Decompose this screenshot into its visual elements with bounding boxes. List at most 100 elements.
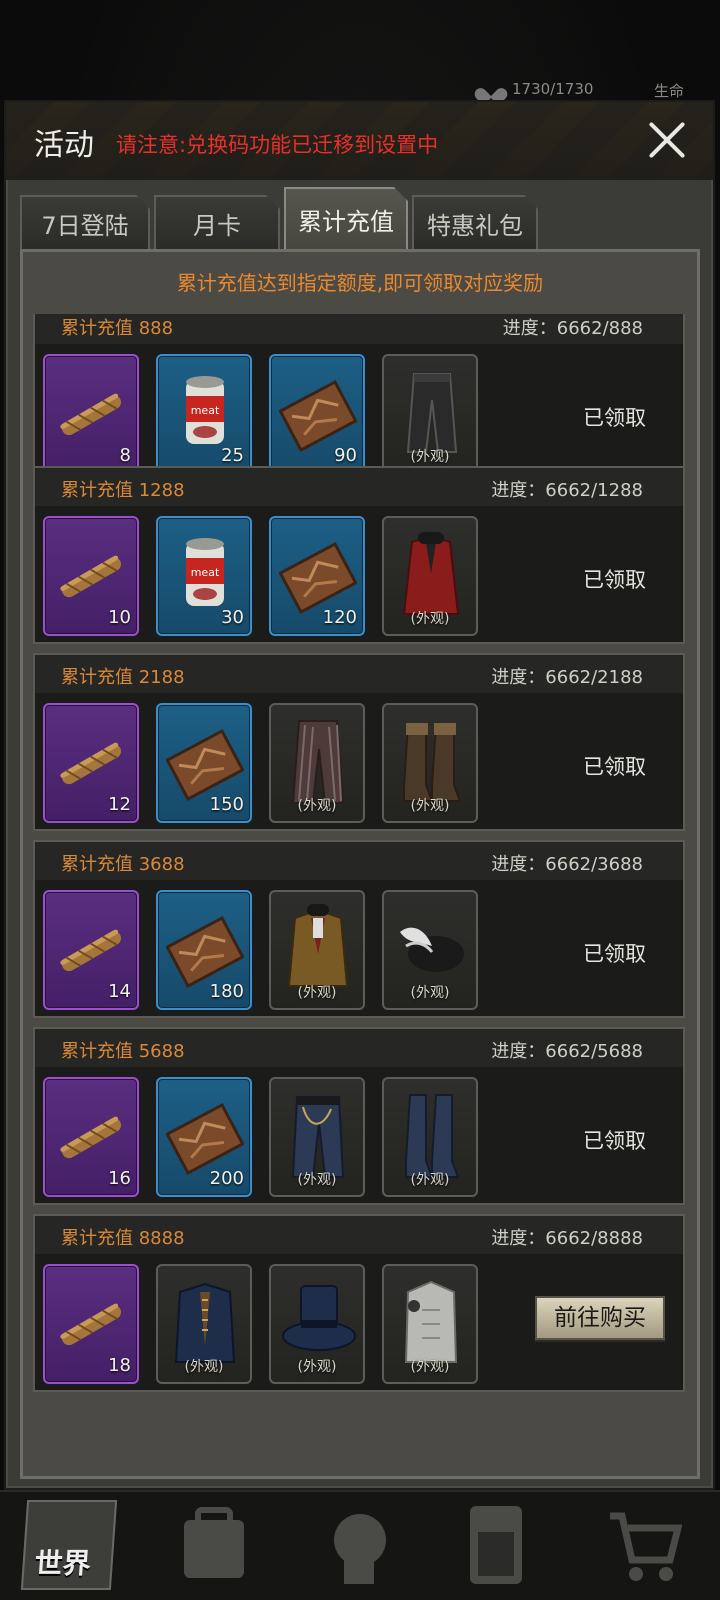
tier-label: 累计充值 3688 [61,854,185,875]
meat-can-icon: meat [186,376,224,444]
reward-item-tattoo-body[interactable]: (外观) [382,1264,478,1384]
meat-can-icon: meat [186,538,224,606]
claimed-status: 已领取 [583,1129,646,1153]
skin-tag: (外观) [410,1172,450,1188]
map-box-icon [166,1102,244,1176]
heart-icon [480,81,502,97]
reward-tier-card: 累计充值 8888 进度：6662/8888 18 (外观) (外观) (外观) 前往购买 [33,1214,685,1392]
brown-jacket-icon [287,904,349,987]
skin-tag: (外观) [410,611,450,627]
backpack-icon[interactable] [176,1506,252,1586]
cigar-icon [60,1116,122,1159]
reward-item-feather-hat[interactable]: (外观) [382,890,478,1010]
red-coat-icon [402,532,460,615]
rule-banner: 累计充值达到指定额度,即可领取对应奖励 [176,271,544,295]
reward-item-blue-coat[interactable]: (外观) [156,1264,252,1384]
skin-tag: (外观) [297,985,337,1001]
tier-items: 12 150 (外观) (外观) [43,703,478,823]
reward-item-cigar[interactable]: 10 [43,516,139,636]
claimed-status: 已领取 [583,568,646,592]
cigar-icon [60,393,122,436]
item-quantity: 90 [334,445,357,466]
skin-tag: (外观) [410,985,450,1001]
phone-icon[interactable] [464,1502,528,1588]
claimed-status: 已领取 [583,406,646,430]
item-quantity: 14 [108,981,131,1002]
claimed-status: 已领取 [583,942,646,966]
reward-item-cigar[interactable]: 12 [43,703,139,823]
go-buy-button[interactable]: 前往购买 [535,1296,665,1340]
item-quantity: 200 [209,1168,244,1189]
reward-item-cigar[interactable]: 8 [43,354,139,474]
reward-item-cigar[interactable]: 18 [43,1264,139,1384]
item-quantity: 18 [108,1355,131,1376]
tier-items: 10 meat 30 120 (外观) [43,516,478,636]
reward-item-map-box[interactable]: 150 [156,703,252,823]
close-icon[interactable] [645,118,689,162]
reward-item-red-coat[interactable]: (外观) [382,516,478,636]
tier-progress: 进度：6662/2188 [491,667,643,688]
bottom-nav: 世界 [0,1490,720,1600]
tier-label: 累计充值 8888 [61,1228,185,1249]
skin-tag: (外观) [297,1172,337,1188]
reward-item-map-box[interactable]: 200 [156,1077,252,1197]
reward-item-meat-can[interactable]: meat 25 [156,354,252,474]
tab-cumulative-recharge[interactable]: 累计充值 [284,187,408,249]
tier-header: 累计充值 3688 进度：6662/3688 [35,842,683,880]
nav-world-label: 世界 [33,1547,92,1580]
reward-item-boots-brown[interactable]: (外观) [382,703,478,823]
item-quantity: 12 [108,794,131,815]
boots-blue-icon [405,1094,460,1178]
reward-tier-card: 累计充值 3688 进度：6662/3688 14 180 (外观) (外观) 已领取 [33,840,685,1018]
reward-tier-list[interactable]: 累计充值 888 进度：6662/888 8 meat 25 90 (外观) 已领取 累计充值 … [33,314,685,1414]
tier-label: 累计充值 2188 [61,667,185,688]
reward-item-boots-blue[interactable]: (外观) [382,1077,478,1197]
tab-special-packs[interactable]: 特惠礼包 [412,195,538,249]
tier-header: 累计充值 2188 进度：6662/2188 [35,655,683,693]
reward-item-jeans-chain[interactable]: (外观) [269,1077,365,1197]
striped-pants-icon [291,720,345,804]
tier-progress: 进度：6662/5688 [491,1041,643,1062]
reward-item-map-box[interactable]: 180 [156,890,252,1010]
tier-items: 8 meat 25 90 (外观) [43,354,478,474]
cigar-icon [60,555,122,598]
activity-dialog: 活动 请注意:兑换码功能已迁移到设置中 7日登陆 月卡 累计充值 特惠礼包 累计… [4,100,715,1490]
reward-item-brown-jacket[interactable]: (外观) [269,890,365,1010]
reward-item-map-box[interactable]: 90 [269,354,365,474]
life-label: 生命 [653,82,684,100]
reward-item-pants-black[interactable]: (外观) [382,354,478,474]
reward-item-striped-pants[interactable]: (外观) [269,703,365,823]
cigar-icon [60,742,122,785]
dialog-title: 活动 [34,128,94,163]
reward-item-cigar[interactable]: 14 [43,890,139,1010]
tier-progress: 进度：6662/8888 [491,1228,643,1249]
tier-items: 16 200 (外观) (外观) [43,1077,478,1197]
skin-tag: (外观) [410,798,450,814]
tier-label: 累计充值 5688 [61,1041,185,1062]
reward-item-cigar[interactable]: 16 [43,1077,139,1197]
shop-cart-icon[interactable] [606,1508,682,1586]
item-quantity: 10 [108,607,131,628]
reward-tier-card: 累计充值 2188 进度：6662/2188 12 150 (外观) (外观) 已领取 [33,653,685,831]
boots-brown-icon [403,723,462,802]
map-box-icon [279,379,357,453]
dialog-header: 活动 请注意:兑换码功能已迁移到设置中 [6,102,713,180]
reward-item-top-hat[interactable]: (外观) [269,1264,365,1384]
reward-item-map-box[interactable]: 120 [269,516,365,636]
tier-header: 累计充值 8888 进度：6662/8888 [35,1216,683,1254]
cigar-icon [60,1303,122,1346]
game-screen: 1730/1730 生命 活动 请注意:兑换码功能已迁移到设置中 7日登陆 月卡… [0,0,720,1600]
reward-item-meat-can[interactable]: meat 30 [156,516,252,636]
nav-world-button[interactable]: 世界 [20,1500,118,1590]
item-quantity: 180 [209,981,244,1002]
hp-value: 1730/1730 [512,80,594,98]
tier-header: 累计充值 1288 进度：6662/1288 [35,468,683,506]
tab-monthly-card[interactable]: 月卡 [154,195,280,249]
character-icon[interactable] [322,1506,392,1586]
tier-header: 累计充值 888 进度：6662/888 [35,314,683,344]
tier-label: 累计充值 888 [61,318,174,339]
item-quantity: 30 [221,607,244,628]
reward-tier-card: 累计充值 5688 进度：6662/5688 16 200 (外观) (外观) 已领取 [33,1027,685,1205]
skin-tag: (外观) [410,449,450,465]
tab-7day-login[interactable]: 7日登陆 [20,195,150,249]
